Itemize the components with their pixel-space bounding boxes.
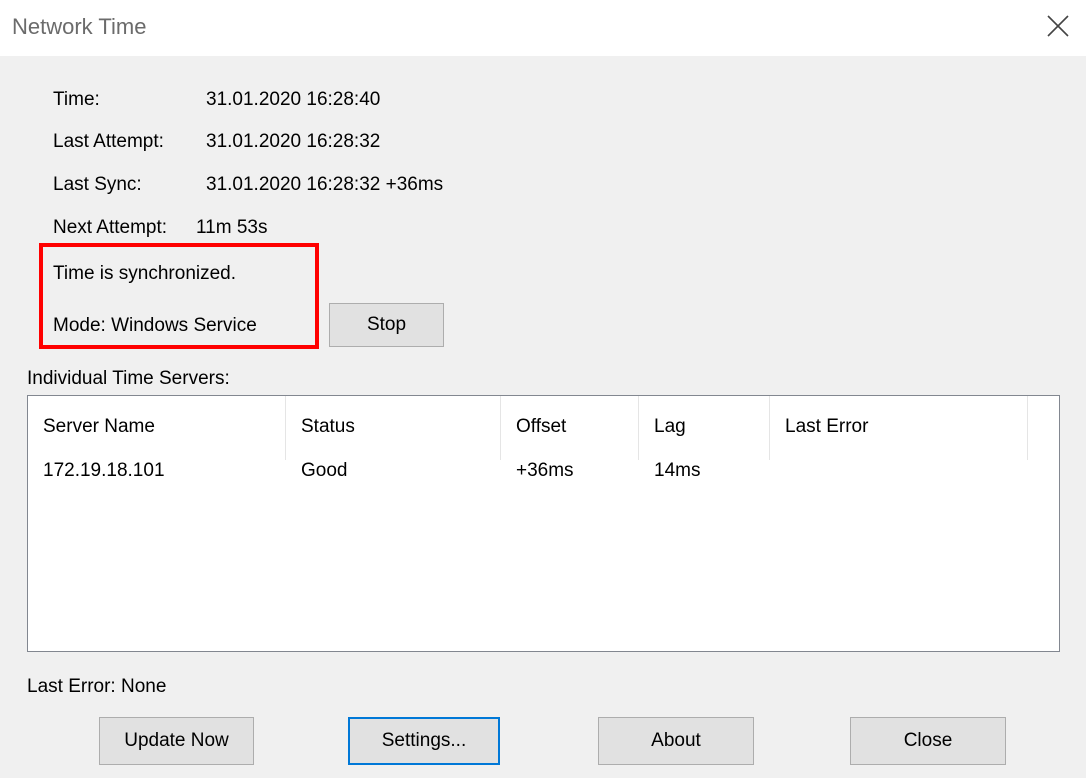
servers-section-label: Individual Time Servers: bbox=[27, 368, 230, 389]
column-header-last-error[interactable]: Last Error bbox=[770, 396, 1028, 460]
time-label: Time: bbox=[53, 89, 100, 110]
title-bar: Network Time bbox=[0, 0, 1086, 56]
last-sync-label: Last Sync: bbox=[53, 174, 142, 195]
last-error-status: Last Error: None bbox=[27, 676, 167, 697]
cell-lag: 14ms bbox=[654, 460, 701, 481]
about-button[interactable]: About bbox=[598, 717, 754, 765]
close-button[interactable]: Close bbox=[850, 717, 1006, 765]
update-now-button[interactable]: Update Now bbox=[99, 717, 254, 765]
close-icon[interactable] bbox=[1044, 12, 1072, 40]
settings-button[interactable]: Settings... bbox=[348, 717, 500, 765]
stop-button[interactable]: Stop bbox=[329, 303, 444, 347]
mode-text: Mode: Windows Service bbox=[53, 315, 257, 336]
list-header: Server Name Status Offset Lag Last Error bbox=[28, 396, 1059, 460]
last-attempt-value: 31.01.2020 16:28:32 bbox=[206, 131, 381, 152]
next-attempt-value: 11m 53s bbox=[196, 217, 268, 238]
cell-server-name: 172.19.18.101 bbox=[43, 460, 165, 481]
column-header-status[interactable]: Status bbox=[286, 396, 501, 460]
next-attempt-label: Next Attempt: bbox=[53, 217, 168, 238]
sync-status-text: Time is synchronized. bbox=[53, 263, 237, 284]
time-value: 31.01.2020 16:28:40 bbox=[206, 89, 381, 110]
cell-offset: +36ms bbox=[516, 460, 574, 481]
last-attempt-label: Last Attempt: bbox=[53, 131, 164, 152]
column-header-lag[interactable]: Lag bbox=[639, 396, 770, 460]
table-row[interactable]: 172.19.18.101 Good +36ms 14ms bbox=[28, 460, 1059, 490]
cell-status: Good bbox=[301, 460, 348, 481]
window-title: Network Time bbox=[12, 14, 147, 39]
column-header-offset[interactable]: Offset bbox=[501, 396, 639, 460]
last-sync-value: 31.01.2020 16:28:32 +36ms bbox=[206, 174, 444, 195]
column-header-server-name[interactable]: Server Name bbox=[28, 396, 286, 460]
time-servers-list[interactable]: Server Name Status Offset Lag Last Error… bbox=[27, 395, 1060, 652]
